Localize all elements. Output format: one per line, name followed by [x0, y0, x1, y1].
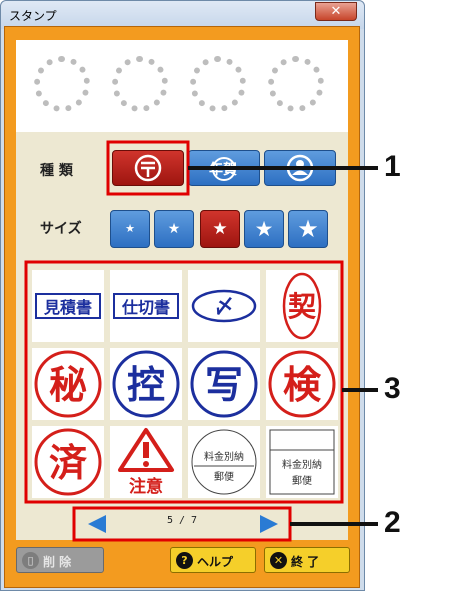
stamp-text: 料金別納: [204, 450, 244, 463]
stamp-cell-5[interactable]: 秘: [32, 348, 104, 420]
stamp-cell-6[interactable]: 控: [110, 348, 182, 420]
stamp-text-2: 郵便: [214, 470, 234, 483]
stamp-text: 〆: [214, 294, 234, 318]
stamp-cell-1[interactable]: 見積書: [32, 270, 104, 342]
star-icon: ★: [167, 221, 181, 237]
size-button-4[interactable]: ★: [244, 210, 284, 248]
stamp-graphic: 料金別納郵便: [191, 429, 257, 495]
stamp-graphic: 契: [282, 272, 322, 340]
end-button[interactable]: ✕ 終 了: [264, 547, 350, 573]
star-icon: ★: [212, 219, 228, 239]
stamp-text-2: 郵便: [292, 474, 312, 487]
nenga-text: 年賀: [209, 162, 237, 178]
size-button-5[interactable]: ★: [288, 210, 328, 248]
star-icon: ★: [254, 217, 274, 241]
window-title: スタンプ: [9, 9, 57, 23]
stamp-cell-2[interactable]: 仕切書: [110, 270, 182, 342]
person-icon: [286, 154, 314, 182]
stamp-cell-12[interactable]: 料金別納 郵便: [266, 426, 338, 498]
size-button-1[interactable]: ★: [110, 210, 150, 248]
page-number: 5 / 7: [166, 515, 198, 526]
callout-number-3: 3: [384, 372, 401, 405]
stamp-graphic: 注意: [118, 428, 174, 497]
size-button-2[interactable]: ★: [154, 210, 194, 248]
stamp-slot-1[interactable]: [34, 56, 90, 112]
help-button[interactable]: ? ヘルプ: [170, 547, 256, 573]
stamp-cell-4[interactable]: 契: [266, 270, 338, 342]
stamp-graphic: 料金別納郵便: [269, 429, 335, 495]
stamp-text: 写: [205, 363, 243, 407]
trash-icon: ▯: [22, 552, 39, 569]
prev-page-arrow-icon[interactable]: [88, 515, 106, 533]
next-page-arrow-icon[interactable]: [260, 515, 278, 533]
size-button-3[interactable]: ★: [200, 210, 240, 248]
close-button[interactable]: ✕: [315, 2, 357, 21]
postal-mark-icon: [134, 154, 162, 182]
stamp-text: 控: [127, 363, 165, 407]
type-label: 種 類: [40, 163, 73, 179]
callout-number-1: 1: [384, 150, 401, 183]
delete-label: 削 除: [43, 555, 72, 569]
help-icon: ?: [176, 552, 193, 569]
stamp-cell-7[interactable]: 写: [188, 348, 260, 420]
pager: 5 / 7: [76, 510, 288, 536]
stamp-slot-2[interactable]: [112, 56, 168, 112]
stamp-text: 検: [283, 363, 322, 407]
stamp-cell-10[interactable]: 注意: [110, 426, 182, 498]
stamp-cell-11[interactable]: 料金別納 郵便: [188, 426, 260, 498]
size-label: サイズ: [40, 221, 82, 237]
stamp-graphic: 秘: [34, 350, 102, 418]
stamp-cell-9[interactable]: 済: [32, 426, 104, 498]
stamp-graphic: 検: [268, 350, 336, 418]
stamp-graphic: 控: [112, 350, 180, 418]
stamp-text: 料金別納: [282, 458, 322, 471]
star-icon: ★: [125, 222, 135, 235]
stamp-graphic: 見積書: [35, 293, 101, 319]
stamp-cell-3[interactable]: 〆: [188, 270, 260, 342]
title-bar: スタンプ ✕: [1, 1, 364, 29]
callout-number-2: 2: [384, 506, 401, 539]
end-label: 終 了: [291, 555, 320, 569]
stamp-text: 見積書: [43, 298, 92, 317]
stamp-slot-4[interactable]: [268, 56, 324, 112]
stamp-text: 仕切書: [121, 298, 170, 317]
stamp-graphic: 写: [190, 350, 258, 418]
stamp-graphic: 仕切書: [113, 293, 179, 319]
help-label: ヘルプ: [197, 555, 234, 569]
stamp-graphic: 〆: [191, 289, 257, 323]
close-circle-icon: ✕: [270, 552, 287, 569]
delete-button[interactable]: ▯ 削 除: [16, 547, 104, 573]
star-icon: ★: [297, 215, 319, 243]
stamp-text: 秘: [49, 363, 87, 407]
stamp-text: 契: [288, 290, 317, 323]
stamp-cell-8[interactable]: 検: [266, 348, 338, 420]
type-button-nenga[interactable]: 年賀: [188, 150, 260, 186]
type-button-person[interactable]: [264, 150, 336, 186]
stamp-graphic: 済: [34, 428, 102, 496]
stamp-slot-3[interactable]: [190, 56, 246, 112]
type-button-postal[interactable]: [112, 150, 184, 186]
stamp-text: 注意: [129, 476, 163, 497]
stamp-text: 済: [49, 441, 88, 485]
